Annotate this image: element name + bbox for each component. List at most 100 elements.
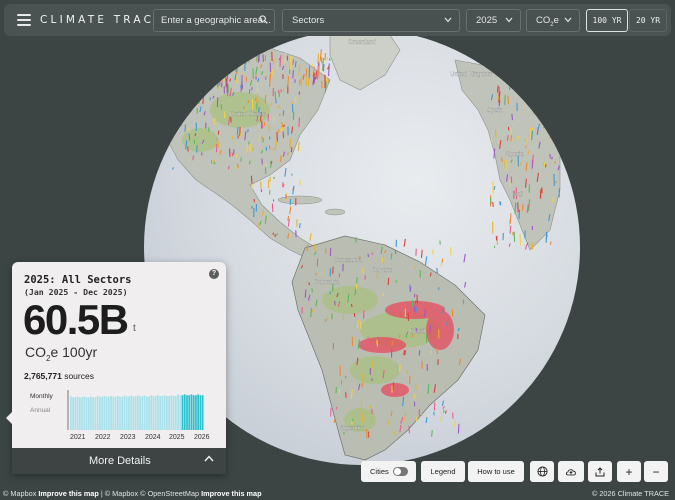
emission-spike bbox=[519, 234, 522, 246]
gwp-100yr-button[interactable]: 100 YR bbox=[586, 9, 628, 32]
hamburger-menu-icon[interactable] bbox=[17, 14, 31, 26]
monthly-bar[interactable] bbox=[72, 397, 74, 430]
monthly-bar[interactable] bbox=[119, 396, 121, 430]
monthly-bar[interactable] bbox=[179, 395, 182, 430]
monthly-bar[interactable] bbox=[87, 397, 90, 430]
monthly-bar[interactable] bbox=[85, 397, 88, 430]
monthly-bar[interactable] bbox=[137, 395, 139, 430]
improve-map-link[interactable]: Improve this map bbox=[201, 489, 261, 498]
monthly-bar[interactable] bbox=[177, 394, 179, 430]
gwp-20yr-button[interactable]: 20 YR bbox=[629, 9, 667, 32]
monthly-bar[interactable] bbox=[148, 396, 150, 430]
monthly-bar[interactable] bbox=[152, 396, 155, 430]
monthly-bar[interactable] bbox=[78, 397, 81, 430]
upload-button[interactable] bbox=[558, 461, 584, 482]
monthly-bar[interactable] bbox=[143, 395, 146, 430]
monthly-bar[interactable] bbox=[103, 396, 106, 430]
zoom-out-button[interactable]: − bbox=[644, 461, 668, 482]
legend-button[interactable]: Legend bbox=[421, 461, 465, 482]
emissions-timeline-chart[interactable] bbox=[58, 386, 218, 434]
label-venezuela: Venezuela bbox=[334, 258, 363, 264]
monthly-bar[interactable] bbox=[145, 396, 148, 430]
more-details-button[interactable]: More Details bbox=[12, 448, 226, 474]
brand-logo[interactable]: CLIMATE TRACE bbox=[40, 14, 164, 26]
monthly-bar[interactable] bbox=[123, 395, 126, 430]
monthly-toggle-label[interactable]: Monthly bbox=[30, 393, 53, 400]
monthly-bar[interactable] bbox=[168, 396, 170, 430]
monthly-bar[interactable] bbox=[128, 396, 130, 430]
globe-view-button[interactable] bbox=[530, 461, 554, 482]
annual-toggle-label[interactable]: Annual bbox=[30, 407, 50, 414]
monthly-bar[interactable] bbox=[99, 396, 101, 430]
monthly-bar[interactable] bbox=[170, 395, 173, 430]
monthly-bar[interactable] bbox=[201, 395, 204, 430]
monthly-bar[interactable] bbox=[157, 395, 159, 430]
monthly-bar[interactable] bbox=[183, 394, 186, 430]
monthly-bar[interactable] bbox=[199, 395, 202, 430]
label-guyana: Guyana bbox=[372, 268, 394, 274]
monthly-bar[interactable] bbox=[192, 395, 195, 430]
monthly-bar[interactable] bbox=[96, 396, 99, 430]
monthly-bar[interactable] bbox=[186, 395, 188, 430]
emission-spike bbox=[492, 201, 494, 207]
emission-spike bbox=[184, 65, 187, 72]
gas-select[interactable]: CO2e bbox=[526, 9, 580, 32]
monthly-bar[interactable] bbox=[114, 396, 117, 430]
monthly-bar[interactable] bbox=[121, 396, 124, 430]
monthly-bar[interactable] bbox=[92, 397, 95, 430]
toggle-switch[interactable] bbox=[393, 467, 408, 476]
monthly-bar[interactable] bbox=[94, 397, 97, 430]
monthly-bar[interactable] bbox=[172, 396, 175, 430]
monthly-bar[interactable] bbox=[112, 396, 115, 430]
year-select[interactable]: 2025 bbox=[466, 9, 521, 32]
monthly-bar[interactable] bbox=[125, 396, 128, 430]
monthly-bar[interactable] bbox=[154, 396, 157, 430]
sources-count: 2,765,771 sources bbox=[24, 371, 94, 381]
chevron-down-icon bbox=[564, 17, 572, 23]
gas-select-value: CO2e bbox=[536, 15, 559, 28]
monthly-bar[interactable] bbox=[181, 395, 184, 430]
mapbox-credit[interactable]: © Mapbox bbox=[3, 489, 36, 498]
monthly-bar[interactable] bbox=[166, 396, 168, 430]
monthly-bar[interactable] bbox=[130, 395, 133, 430]
emission-spike bbox=[549, 153, 551, 159]
monthly-bar[interactable] bbox=[174, 396, 177, 430]
osm-credit[interactable]: | © Mapbox © OpenStreetMap bbox=[99, 489, 201, 498]
monthly-bar[interactable] bbox=[83, 396, 86, 430]
monthly-bar[interactable] bbox=[107, 396, 110, 430]
monthly-bar[interactable] bbox=[197, 394, 200, 430]
zoom-in-button[interactable]: + bbox=[617, 461, 641, 482]
monthly-bar[interactable] bbox=[90, 396, 92, 430]
search-input[interactable]: Enter a geographic area... bbox=[153, 9, 275, 32]
monthly-bar[interactable] bbox=[161, 396, 164, 430]
emission-spike bbox=[545, 231, 548, 243]
monthly-bar[interactable] bbox=[70, 396, 72, 430]
monthly-bar[interactable] bbox=[116, 396, 119, 430]
how-to-use-button[interactable]: How to use bbox=[468, 461, 524, 482]
emission-spike bbox=[202, 73, 205, 86]
monthly-bar[interactable] bbox=[132, 396, 135, 430]
monthly-bar[interactable] bbox=[141, 396, 144, 430]
monthly-bar[interactable] bbox=[139, 396, 141, 430]
monthly-bar[interactable] bbox=[190, 394, 193, 430]
monthly-bar[interactable] bbox=[159, 396, 162, 430]
share-button[interactable] bbox=[588, 461, 612, 482]
monthly-bar[interactable] bbox=[74, 397, 77, 430]
monthly-bar[interactable] bbox=[76, 396, 79, 430]
improve-map-link[interactable]: Improve this map bbox=[38, 489, 98, 498]
monthly-bar[interactable] bbox=[134, 396, 137, 430]
monthly-bar[interactable] bbox=[188, 395, 191, 430]
monthly-bar[interactable] bbox=[105, 396, 108, 430]
monthly-bar[interactable] bbox=[101, 396, 103, 430]
help-icon[interactable]: ? bbox=[209, 269, 219, 279]
monthly-bar[interactable] bbox=[195, 395, 197, 430]
monthly-bar[interactable] bbox=[110, 396, 112, 430]
sector-select[interactable]: Sectors bbox=[282, 9, 460, 32]
monthly-bar[interactable] bbox=[81, 397, 83, 430]
monthly-bar[interactable] bbox=[163, 395, 166, 430]
emission-spike bbox=[415, 384, 417, 390]
emission-spike bbox=[248, 48, 250, 63]
search-icon[interactable] bbox=[259, 15, 268, 24]
monthly-bar[interactable] bbox=[150, 395, 153, 430]
cities-toggle[interactable]: Cities bbox=[361, 461, 416, 482]
